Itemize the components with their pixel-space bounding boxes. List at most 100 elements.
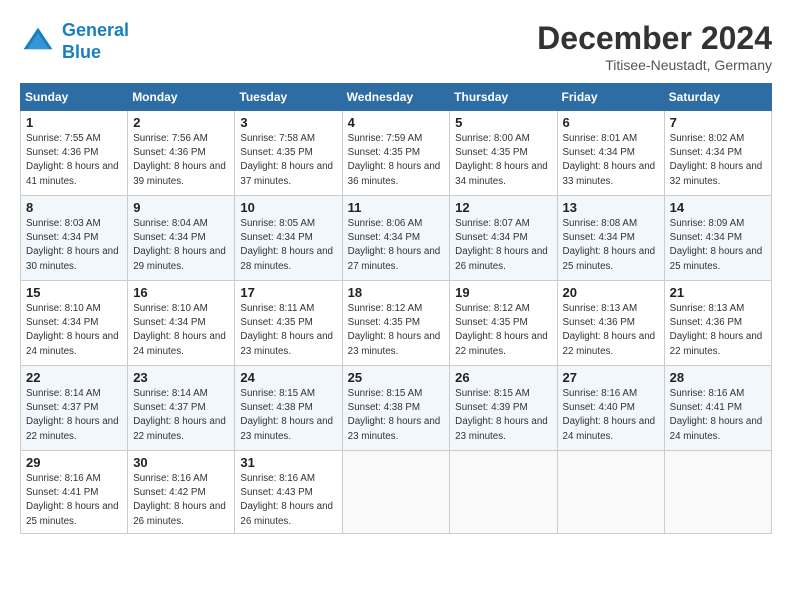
day-detail: Sunrise: 7:58 AM Sunset: 4:35 PM Dayligh… bbox=[240, 132, 336, 189]
weekday-header-cell: Friday bbox=[557, 84, 664, 111]
day-detail: Sunrise: 8:09 AM Sunset: 4:34 PM Dayligh… bbox=[670, 217, 766, 274]
month-year: December 2024 bbox=[537, 20, 772, 57]
day-detail: Sunrise: 8:15 AM Sunset: 4:39 PM Dayligh… bbox=[455, 387, 551, 444]
day-detail: Sunrise: 8:01 AM Sunset: 4:34 PM Dayligh… bbox=[563, 132, 659, 189]
calendar-day-cell: 16 Sunrise: 8:10 AM Sunset: 4:34 PM Dayli… bbox=[128, 281, 235, 366]
calendar-week-row: 29 Sunrise: 8:16 AM Sunset: 4:41 PM Dayli… bbox=[21, 451, 772, 534]
calendar-day-cell: 7 Sunrise: 8:02 AM Sunset: 4:34 PM Daylig… bbox=[664, 111, 771, 196]
day-detail: Sunrise: 8:16 AM Sunset: 4:40 PM Dayligh… bbox=[563, 387, 659, 444]
calendar-day-cell bbox=[664, 451, 771, 534]
weekday-header-cell: Monday bbox=[128, 84, 235, 111]
day-number: 3 bbox=[240, 115, 336, 130]
weekday-header-cell: Sunday bbox=[21, 84, 128, 111]
day-detail: Sunrise: 8:14 AM Sunset: 4:37 PM Dayligh… bbox=[26, 387, 122, 444]
day-number: 30 bbox=[133, 455, 229, 470]
day-number: 14 bbox=[670, 200, 766, 215]
day-detail: Sunrise: 7:55 AM Sunset: 4:36 PM Dayligh… bbox=[26, 132, 122, 189]
day-number: 11 bbox=[348, 200, 445, 215]
day-detail: Sunrise: 8:11 AM Sunset: 4:35 PM Dayligh… bbox=[240, 302, 336, 359]
day-detail: Sunrise: 8:12 AM Sunset: 4:35 PM Dayligh… bbox=[455, 302, 551, 359]
day-number: 25 bbox=[348, 370, 445, 385]
calendar-day-cell: 24 Sunrise: 8:15 AM Sunset: 4:38 PM Dayli… bbox=[235, 366, 342, 451]
calendar-day-cell: 8Sunrise: 8:03 AM Sunset: 4:34 PM Daylig… bbox=[21, 196, 128, 281]
day-number: 7 bbox=[670, 115, 766, 130]
day-number: 4 bbox=[348, 115, 445, 130]
calendar-day-cell: 4 Sunrise: 7:59 AM Sunset: 4:35 PM Daylig… bbox=[342, 111, 450, 196]
day-detail: Sunrise: 8:15 AM Sunset: 4:38 PM Dayligh… bbox=[348, 387, 445, 444]
calendar-day-cell: 22 Sunrise: 8:14 AM Sunset: 4:37 PM Dayli… bbox=[21, 366, 128, 451]
day-detail: Sunrise: 8:00 AM Sunset: 4:35 PM Dayligh… bbox=[455, 132, 551, 189]
calendar-day-cell: 17 Sunrise: 8:11 AM Sunset: 4:35 PM Dayli… bbox=[235, 281, 342, 366]
calendar-day-cell: 26 Sunrise: 8:15 AM Sunset: 4:39 PM Dayli… bbox=[450, 366, 557, 451]
day-number: 16 bbox=[133, 285, 229, 300]
calendar-week-row: 1 Sunrise: 7:55 AM Sunset: 4:36 PM Daylig… bbox=[21, 111, 772, 196]
day-detail: Sunrise: 7:59 AM Sunset: 4:35 PM Dayligh… bbox=[348, 132, 445, 189]
day-detail: Sunrise: 8:13 AM Sunset: 4:36 PM Dayligh… bbox=[563, 302, 659, 359]
day-number: 23 bbox=[133, 370, 229, 385]
day-number: 27 bbox=[563, 370, 659, 385]
day-detail: Sunrise: 8:10 AM Sunset: 4:34 PM Dayligh… bbox=[26, 302, 122, 359]
day-number: 8 bbox=[26, 200, 122, 215]
day-number: 19 bbox=[455, 285, 551, 300]
day-number: 12 bbox=[455, 200, 551, 215]
day-detail: Sunrise: 8:05 AM Sunset: 4:34 PM Dayligh… bbox=[240, 217, 336, 274]
weekday-header-cell: Saturday bbox=[664, 84, 771, 111]
calendar-day-cell: 19 Sunrise: 8:12 AM Sunset: 4:35 PM Dayli… bbox=[450, 281, 557, 366]
calendar-day-cell bbox=[450, 451, 557, 534]
day-number: 9 bbox=[133, 200, 229, 215]
calendar-week-row: 15 Sunrise: 8:10 AM Sunset: 4:34 PM Dayli… bbox=[21, 281, 772, 366]
day-number: 2 bbox=[133, 115, 229, 130]
day-detail: Sunrise: 8:14 AM Sunset: 4:37 PM Dayligh… bbox=[133, 387, 229, 444]
calendar-week-row: 8Sunrise: 8:03 AM Sunset: 4:34 PM Daylig… bbox=[21, 196, 772, 281]
calendar-day-cell: 20 Sunrise: 8:13 AM Sunset: 4:36 PM Dayli… bbox=[557, 281, 664, 366]
day-detail: Sunrise: 8:15 AM Sunset: 4:38 PM Dayligh… bbox=[240, 387, 336, 444]
day-number: 6 bbox=[563, 115, 659, 130]
day-number: 26 bbox=[455, 370, 551, 385]
day-number: 5 bbox=[455, 115, 551, 130]
day-detail: Sunrise: 8:06 AM Sunset: 4:34 PM Dayligh… bbox=[348, 217, 445, 274]
calendar-day-cell bbox=[342, 451, 450, 534]
day-number: 10 bbox=[240, 200, 336, 215]
weekday-header-cell: Tuesday bbox=[235, 84, 342, 111]
day-number: 1 bbox=[26, 115, 122, 130]
calendar-day-cell: 2Sunrise: 7:56 AM Sunset: 4:36 PM Daylig… bbox=[128, 111, 235, 196]
day-number: 29 bbox=[26, 455, 122, 470]
calendar-day-cell: 5 Sunrise: 8:00 AM Sunset: 4:35 PM Daylig… bbox=[450, 111, 557, 196]
calendar-day-cell: 11 Sunrise: 8:06 AM Sunset: 4:34 PM Dayli… bbox=[342, 196, 450, 281]
day-detail: Sunrise: 8:16 AM Sunset: 4:43 PM Dayligh… bbox=[240, 472, 336, 529]
calendar-day-cell: 31 Sunrise: 8:16 AM Sunset: 4:43 PM Dayli… bbox=[235, 451, 342, 534]
day-number: 21 bbox=[670, 285, 766, 300]
header: GeneralBlue December 2024 Titisee-Neusta… bbox=[20, 20, 772, 73]
calendar-day-cell bbox=[557, 451, 664, 534]
calendar-day-cell: 21Sunrise: 8:13 AM Sunset: 4:36 PM Dayli… bbox=[664, 281, 771, 366]
day-detail: Sunrise: 8:04 AM Sunset: 4:34 PM Dayligh… bbox=[133, 217, 229, 274]
calendar-day-cell: 15 Sunrise: 8:10 AM Sunset: 4:34 PM Dayli… bbox=[21, 281, 128, 366]
calendar-day-cell: 9 Sunrise: 8:04 AM Sunset: 4:34 PM Daylig… bbox=[128, 196, 235, 281]
day-number: 24 bbox=[240, 370, 336, 385]
calendar-day-cell: 29 Sunrise: 8:16 AM Sunset: 4:41 PM Dayli… bbox=[21, 451, 128, 534]
calendar-day-cell: 6 Sunrise: 8:01 AM Sunset: 4:34 PM Daylig… bbox=[557, 111, 664, 196]
day-number: 20 bbox=[563, 285, 659, 300]
calendar-day-cell: 10 Sunrise: 8:05 AM Sunset: 4:34 PM Dayli… bbox=[235, 196, 342, 281]
calendar-day-cell: 25 Sunrise: 8:15 AM Sunset: 4:38 PM Dayli… bbox=[342, 366, 450, 451]
day-number: 18 bbox=[348, 285, 445, 300]
day-detail: Sunrise: 8:08 AM Sunset: 4:34 PM Dayligh… bbox=[563, 217, 659, 274]
day-number: 22 bbox=[26, 370, 122, 385]
weekday-header-row: SundayMondayTuesdayWednesdayThursdayFrid… bbox=[21, 84, 772, 111]
day-detail: Sunrise: 8:02 AM Sunset: 4:34 PM Dayligh… bbox=[670, 132, 766, 189]
day-detail: Sunrise: 8:10 AM Sunset: 4:34 PM Dayligh… bbox=[133, 302, 229, 359]
calendar-day-cell: 30 Sunrise: 8:16 AM Sunset: 4:42 PM Dayli… bbox=[128, 451, 235, 534]
day-detail: Sunrise: 8:07 AM Sunset: 4:34 PM Dayligh… bbox=[455, 217, 551, 274]
day-detail: Sunrise: 8:12 AM Sunset: 4:35 PM Dayligh… bbox=[348, 302, 445, 359]
day-number: 17 bbox=[240, 285, 336, 300]
day-detail: Sunrise: 8:16 AM Sunset: 4:41 PM Dayligh… bbox=[26, 472, 122, 529]
logo-icon bbox=[20, 24, 56, 60]
calendar-table: SundayMondayTuesdayWednesdayThursdayFrid… bbox=[20, 83, 772, 534]
day-detail: Sunrise: 8:16 AM Sunset: 4:42 PM Dayligh… bbox=[133, 472, 229, 529]
day-number: 15 bbox=[26, 285, 122, 300]
calendar-week-row: 22 Sunrise: 8:14 AM Sunset: 4:37 PM Dayli… bbox=[21, 366, 772, 451]
calendar-day-cell: 1 Sunrise: 7:55 AM Sunset: 4:36 PM Daylig… bbox=[21, 111, 128, 196]
day-detail: Sunrise: 8:16 AM Sunset: 4:41 PM Dayligh… bbox=[670, 387, 766, 444]
day-number: 31 bbox=[240, 455, 336, 470]
logo-text: GeneralBlue bbox=[62, 20, 129, 63]
